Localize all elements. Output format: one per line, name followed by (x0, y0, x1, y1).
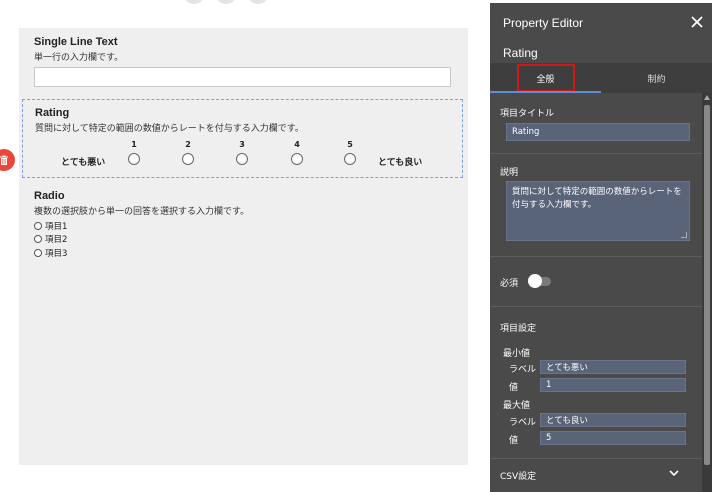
radio-item[interactable]: 項目1 (34, 219, 454, 233)
radio-label: 項目2 (45, 235, 68, 246)
description-textarea[interactable]: 質問に対して特定の範囲の数値からレートを付与する入力欄です。 (506, 181, 690, 241)
divider (490, 153, 702, 154)
trash-icon (0, 155, 8, 165)
rating-number: 4 (294, 140, 300, 149)
question-title: Rating (35, 107, 70, 119)
radio-item[interactable]: 項目2 (34, 233, 454, 247)
rating-option-1[interactable]: 1 (127, 140, 141, 165)
min-value-label: 値 (509, 383, 519, 393)
rating-option-5[interactable]: 5 (343, 140, 357, 165)
rating-radio[interactable] (344, 153, 356, 165)
property-editor-panel: Property Editor Rating 全般 制約 項目タイトル Rati… (490, 3, 712, 492)
scroll-thumb[interactable] (704, 105, 710, 465)
selected-item-name: Rating (503, 46, 538, 60)
min-heading: 最小値 (503, 349, 531, 359)
property-editor-body: 項目タイトル Rating 説明 質問に対して特定の範囲の数値からレートを付与す… (490, 93, 702, 492)
close-icon[interactable] (690, 15, 704, 29)
required-label: 必須 (500, 279, 519, 289)
tab-constraint[interactable]: 制約 (601, 63, 712, 93)
description-label: 説明 (500, 168, 519, 178)
rating-option-2[interactable]: 2 (181, 140, 195, 165)
radio-label: 項目3 (45, 248, 68, 259)
rating-number: 2 (185, 140, 191, 149)
csv-settings-label[interactable]: CSV設定 (500, 469, 536, 482)
tab-highlight-box: 全般 (516, 64, 575, 92)
max-label-value: とても良い (546, 416, 588, 426)
rating-number: 3 (239, 140, 245, 149)
resize-handle-icon[interactable] (681, 232, 687, 238)
rating-number: 5 (347, 140, 353, 149)
description-value: 質問に対して特定の範囲の数値からレートを付与する入力欄です。 (512, 187, 682, 210)
scroll-up-arrow-icon[interactable] (704, 95, 710, 100)
min-label-input[interactable]: とても悪い (540, 360, 686, 374)
rating-min-label: とても悪い (61, 158, 106, 168)
top-decoration (186, 0, 266, 4)
property-editor-header: Property Editor (490, 3, 712, 43)
scrollbar[interactable] (702, 93, 712, 492)
rating-radio[interactable] (236, 153, 248, 165)
panel-title: Property Editor (503, 16, 584, 30)
question-radio[interactable]: Radio 複数の選択肢から単一の回答を選択する入力欄です。 項目1 項目2 項… (34, 190, 454, 260)
divider (490, 306, 702, 307)
min-value-input[interactable]: 1 (540, 378, 686, 392)
radio-button[interactable] (34, 235, 42, 244)
max-value-label: 値 (509, 436, 519, 446)
delete-question-button[interactable] (0, 149, 15, 171)
radio-item[interactable]: 項目3 (34, 246, 454, 260)
min-label-value: とても悪い (546, 363, 588, 373)
tab-general[interactable]: 全般 (490, 63, 601, 93)
tab-label: 制約 (647, 74, 666, 85)
question-description: 単一行の入力欄です。 (34, 53, 124, 63)
rating-radio[interactable] (128, 153, 140, 165)
question-rating[interactable]: Rating 質問に対して特定の範囲の数値からレートを付与する入力欄です。 とて… (22, 99, 463, 178)
tab-bar: 全般 制約 (490, 63, 712, 93)
radio-list: 項目1 項目2 項目3 (34, 219, 454, 260)
max-value: 5 (546, 433, 552, 443)
tab-label: 全般 (536, 74, 555, 85)
chevron-down-icon[interactable] (668, 468, 680, 478)
min-value: 1 (546, 380, 552, 390)
divider (490, 458, 702, 459)
question-title: Single Line Text (34, 36, 118, 48)
required-toggle[interactable] (528, 274, 551, 288)
radio-button[interactable] (34, 248, 42, 257)
rating-scale: とても悪い 1 2 3 4 5 とても良い (23, 140, 462, 170)
radio-label: 項目1 (45, 221, 68, 232)
item-settings-label: 項目設定 (500, 324, 537, 334)
single-line-input[interactable] (34, 67, 451, 87)
question-description: 複数の選択肢から単一の回答を選択する入力欄です。 (34, 207, 250, 217)
question-title: Radio (34, 190, 65, 202)
question-single-line-text[interactable]: Single Line Text 単一行の入力欄です。 (34, 36, 452, 87)
max-value-input[interactable]: 5 (540, 431, 686, 445)
item-title-label: 項目タイトル (500, 109, 555, 119)
rating-option-4[interactable]: 4 (290, 140, 304, 165)
toggle-knob (528, 274, 542, 288)
max-heading: 最大値 (503, 401, 531, 411)
question-description: 質問に対して特定の範囲の数値からレートを付与する入力欄です。 (35, 124, 304, 134)
divider (490, 256, 702, 257)
item-title-input[interactable]: Rating (506, 123, 690, 141)
rating-radio[interactable] (291, 153, 303, 165)
min-label-label: ラベル (509, 365, 537, 375)
max-label-input[interactable]: とても良い (540, 413, 686, 427)
item-title-value: Rating (512, 127, 540, 137)
form-canvas: Single Line Text 単一行の入力欄です。 Rating 質問に対し… (19, 28, 468, 465)
rating-number: 1 (131, 140, 137, 149)
rating-max-label: とても良い (378, 158, 423, 168)
rating-radio[interactable] (182, 153, 194, 165)
max-label-label: ラベル (509, 418, 537, 428)
rating-option-3[interactable]: 3 (235, 140, 249, 165)
radio-button[interactable] (34, 221, 42, 230)
